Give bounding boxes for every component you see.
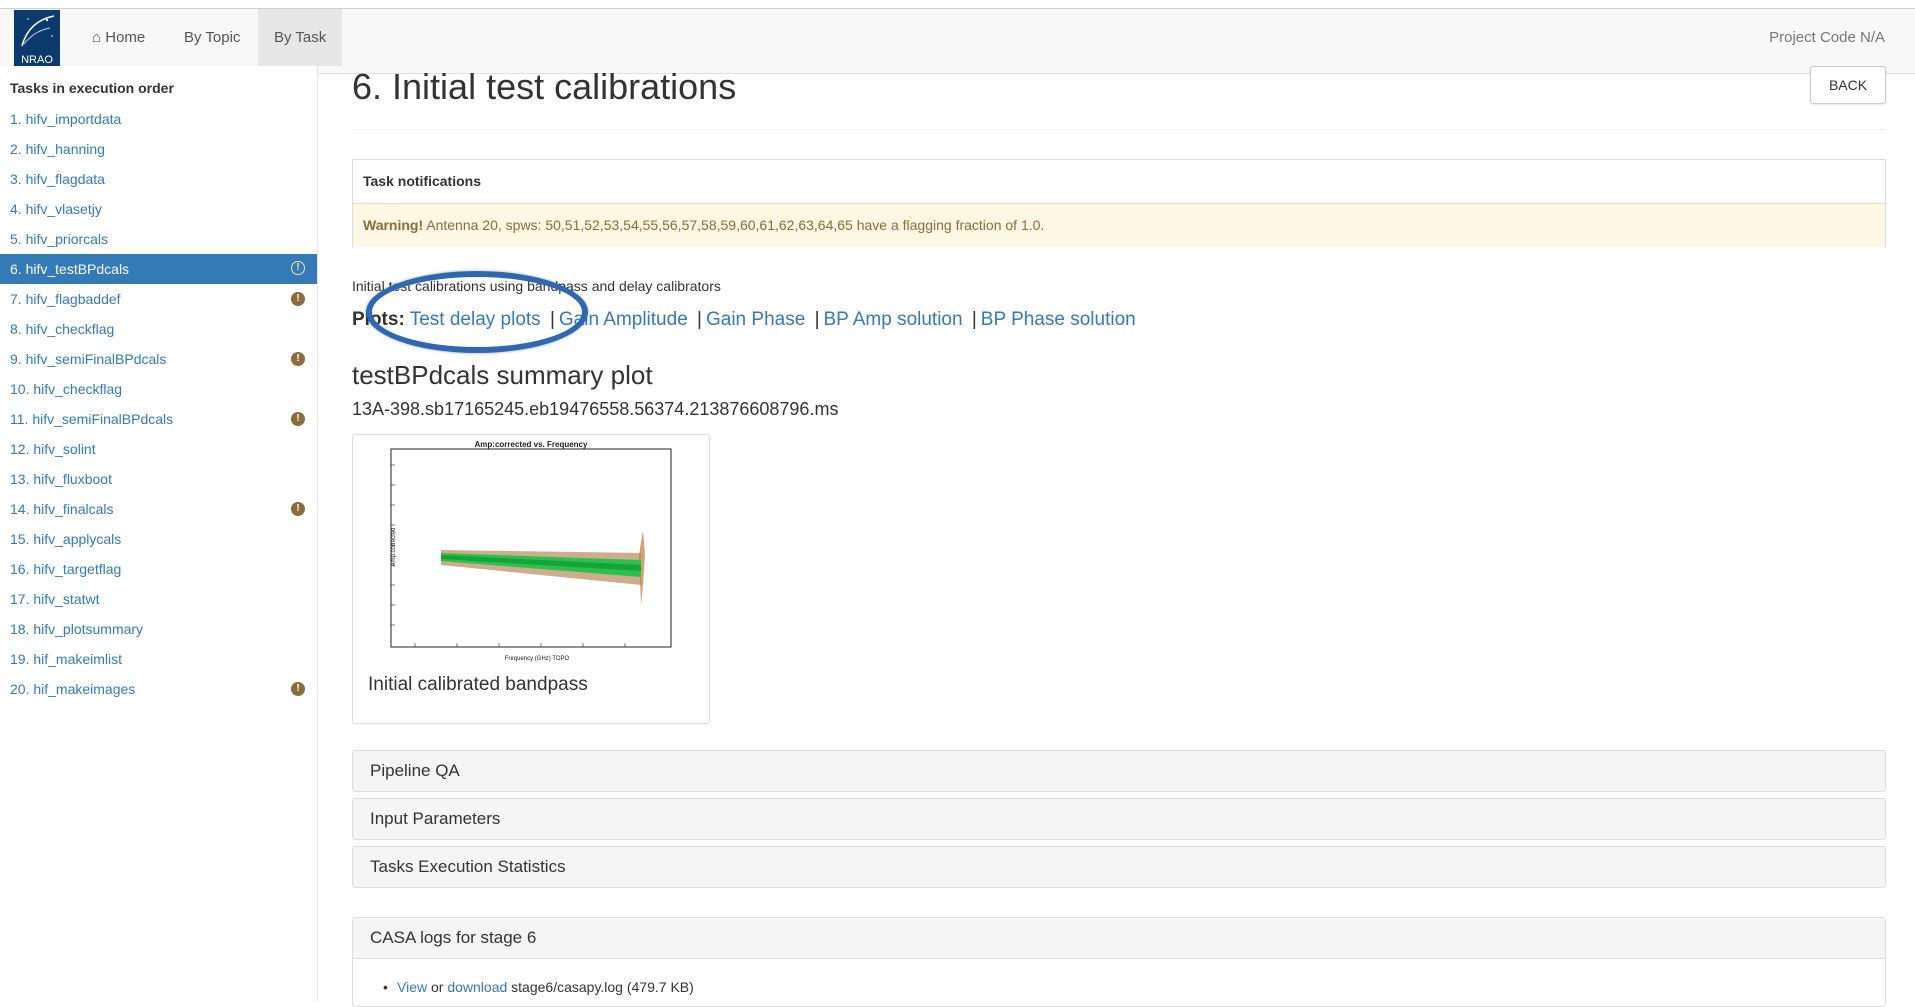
top-navbar: NRAO ⌂ Home By Topic By Task Project Cod…: [0, 8, 1915, 74]
warning-icon: !: [291, 261, 305, 275]
sidebar-item[interactable]: 10. hifv_checkflag: [0, 374, 317, 404]
nav-by-task[interactable]: By Task: [258, 9, 343, 66]
home-icon: ⌂: [92, 29, 102, 46]
sidebar-item-label: 3. hifv_flagdata: [10, 171, 105, 187]
separator: |: [814, 309, 820, 330]
link-bp-phase-solution[interactable]: BP Phase solution: [981, 309, 1136, 330]
log-file-text: stage6/casapy.log (479.7 KB): [507, 979, 694, 995]
separator: |: [697, 309, 702, 330]
radio-dish-icon: [21, 15, 55, 47]
sidebar-item[interactable]: 12. hifv_solint: [0, 434, 317, 464]
sidebar-item[interactable]: 19. hif_makeimlist: [0, 644, 317, 674]
sidebar-item[interactable]: 13. hifv_fluxboot: [0, 464, 317, 494]
separator: |: [971, 309, 977, 330]
casa-logs-heading: CASA logs for stage 6: [353, 918, 1885, 959]
sidebar-item[interactable]: 7. hifv_flagbaddef!: [0, 284, 317, 314]
sidebar-item-label: 20. hif_makeimages: [10, 681, 136, 697]
sidebar-item[interactable]: 4. hifv_vlasetjy: [0, 194, 317, 224]
sidebar-item-label: 8. hifv_checkflag: [10, 321, 115, 337]
sidebar-item[interactable]: 6. hifv_testBPdcals!: [0, 254, 317, 284]
sidebar-item-label: 7. hifv_flagbaddef: [10, 291, 121, 307]
task-list: 1. hifv_importdata 2. hifv_hanning 3. hifv…: [0, 104, 317, 704]
sidebar-item[interactable]: 2. hifv_hanning: [0, 134, 317, 164]
sidebar-item[interactable]: 3. hifv_flagdata: [0, 164, 317, 194]
logo-text: NRAO: [21, 54, 53, 66]
sidebar-item[interactable]: 9. hifv_semiFinalBPdcals!: [0, 344, 317, 374]
sidebar-item-label: 18. hifv_plotsummary: [10, 621, 144, 637]
sidebar-item-label: 4. hifv_vlasetjy: [10, 201, 102, 217]
sidebar-item[interactable]: 18. hifv_plotsummary: [0, 614, 317, 644]
section-pipeline-qa[interactable]: Pipeline QA: [352, 750, 1886, 792]
section-tasks-execution-statistics[interactable]: Tasks Execution Statistics: [352, 846, 1886, 888]
warning-text: Antenna 20, spws: 50,51,52,53,54,55,56,5…: [423, 217, 1045, 233]
sidebar-item-label: 2. hifv_hanning: [10, 141, 105, 157]
sidebar-item-label: 13. hifv_fluxboot: [10, 471, 112, 487]
bandpass-plot-thumbnail[interactable]: Amp:corrected vs. Frequency Frequency (G…: [353, 435, 709, 665]
nrao-logo[interactable]: NRAO: [14, 10, 60, 67]
sidebar-item[interactable]: 16. hifv_targetflag: [0, 554, 317, 584]
sidebar-item-label: 1. hifv_importdata: [10, 111, 122, 127]
or-text: or: [427, 979, 448, 995]
page-title: 6. Initial test calibrations: [352, 66, 737, 107]
sidebar-item-label: 15. hifv_applycals: [10, 531, 122, 547]
sidebar-item-label: 19. hif_makeimlist: [10, 651, 123, 667]
download-log-link[interactable]: download: [447, 979, 507, 995]
warning-icon: !: [291, 292, 305, 306]
sidebar-item-label: 10. hifv_checkflag: [10, 381, 123, 397]
task-sidebar: Tasks in execution order 1. hifv_importd…: [0, 66, 318, 1001]
sidebar-item[interactable]: 15. hifv_applycals: [0, 524, 317, 554]
back-button[interactable]: BACK: [1810, 66, 1886, 104]
task-notifications-panel: Task notifications Warning! Antenna 20, …: [352, 159, 1886, 247]
sidebar-item[interactable]: 8. hifv_checkflag: [0, 314, 317, 344]
sidebar-item-label: 17. hifv_statwt: [10, 591, 100, 607]
warning-icon: !: [291, 682, 305, 696]
bandpass-thumbnail-card[interactable]: Amp:corrected vs. Frequency Frequency (G…: [352, 434, 710, 724]
project-code: Project Code N/A: [1769, 29, 1885, 46]
sidebar-item-label: 5. hifv_priorcals: [10, 231, 109, 247]
casa-log-item: View or download stage6/casapy.log (479.…: [353, 959, 1885, 995]
sidebar-item[interactable]: 20. hif_makeimages!: [0, 674, 317, 704]
warning-alert: Warning! Antenna 20, spws: 50,51,52,53,5…: [353, 204, 1885, 247]
view-log-link[interactable]: View: [397, 979, 427, 995]
sidebar-item[interactable]: 5. hifv_priorcals: [0, 224, 317, 254]
sidebar-item[interactable]: 17. hifv_statwt: [0, 584, 317, 614]
warning-icon: !: [291, 502, 305, 516]
sidebar-item-label: 14. hifv_finalcals: [10, 501, 114, 517]
link-bp-amp-solution[interactable]: BP Amp solution: [824, 309, 963, 330]
warning-icon: !: [291, 352, 305, 366]
nav-home-label: Home: [105, 29, 146, 46]
sidebar-item-label: 12. hifv_solint: [10, 441, 96, 457]
thumbnail-ylabel: Amp:corrected: [391, 527, 397, 566]
sidebar-item[interactable]: 1. hifv_importdata: [0, 104, 317, 134]
section-input-parameters[interactable]: Input Parameters: [352, 798, 1886, 840]
thumbnail-plot-title: Amp:corrected vs. Frequency: [475, 440, 588, 449]
title-divider: [352, 129, 1886, 130]
thumbnail-xlabel: Frequency (GHz) TOPO: [505, 656, 570, 662]
top-strip: [0, 0, 1915, 8]
measurement-set-name: 13A-398.sb17165245.eb19476558.56374.2138…: [352, 399, 839, 419]
notifications-heading: Task notifications: [353, 160, 1885, 204]
sidebar-item-label: 11. hifv_semiFinalBPdcals: [10, 411, 174, 427]
sidebar-title: Tasks in execution order: [10, 80, 174, 96]
nav-home[interactable]: ⌂ Home: [76, 9, 161, 66]
link-gain-phase[interactable]: Gain Phase: [706, 309, 805, 330]
sidebar-item[interactable]: 11. hifv_semiFinalBPdcals!: [0, 404, 317, 434]
warning-label: Warning!: [363, 217, 424, 233]
sidebar-item[interactable]: 14. hifv_finalcals!: [0, 494, 317, 524]
casa-logs-panel: CASA logs for stage 6 View or download s…: [352, 917, 1886, 1007]
sidebar-item-label: 16. hifv_targetflag: [10, 561, 122, 577]
sidebar-item-label: 9. hifv_semiFinalBPdcals: [10, 351, 167, 367]
highlight-circle-annotation: [366, 271, 588, 353]
thumbnail-caption: Initial calibrated bandpass: [368, 674, 588, 695]
warning-icon: !: [291, 412, 305, 426]
sidebar-item-label: 6. hifv_testBPdcals: [10, 261, 130, 277]
summary-plot-title: testBPdcals summary plot: [352, 360, 653, 390]
nav-by-topic[interactable]: By Topic: [168, 9, 256, 66]
